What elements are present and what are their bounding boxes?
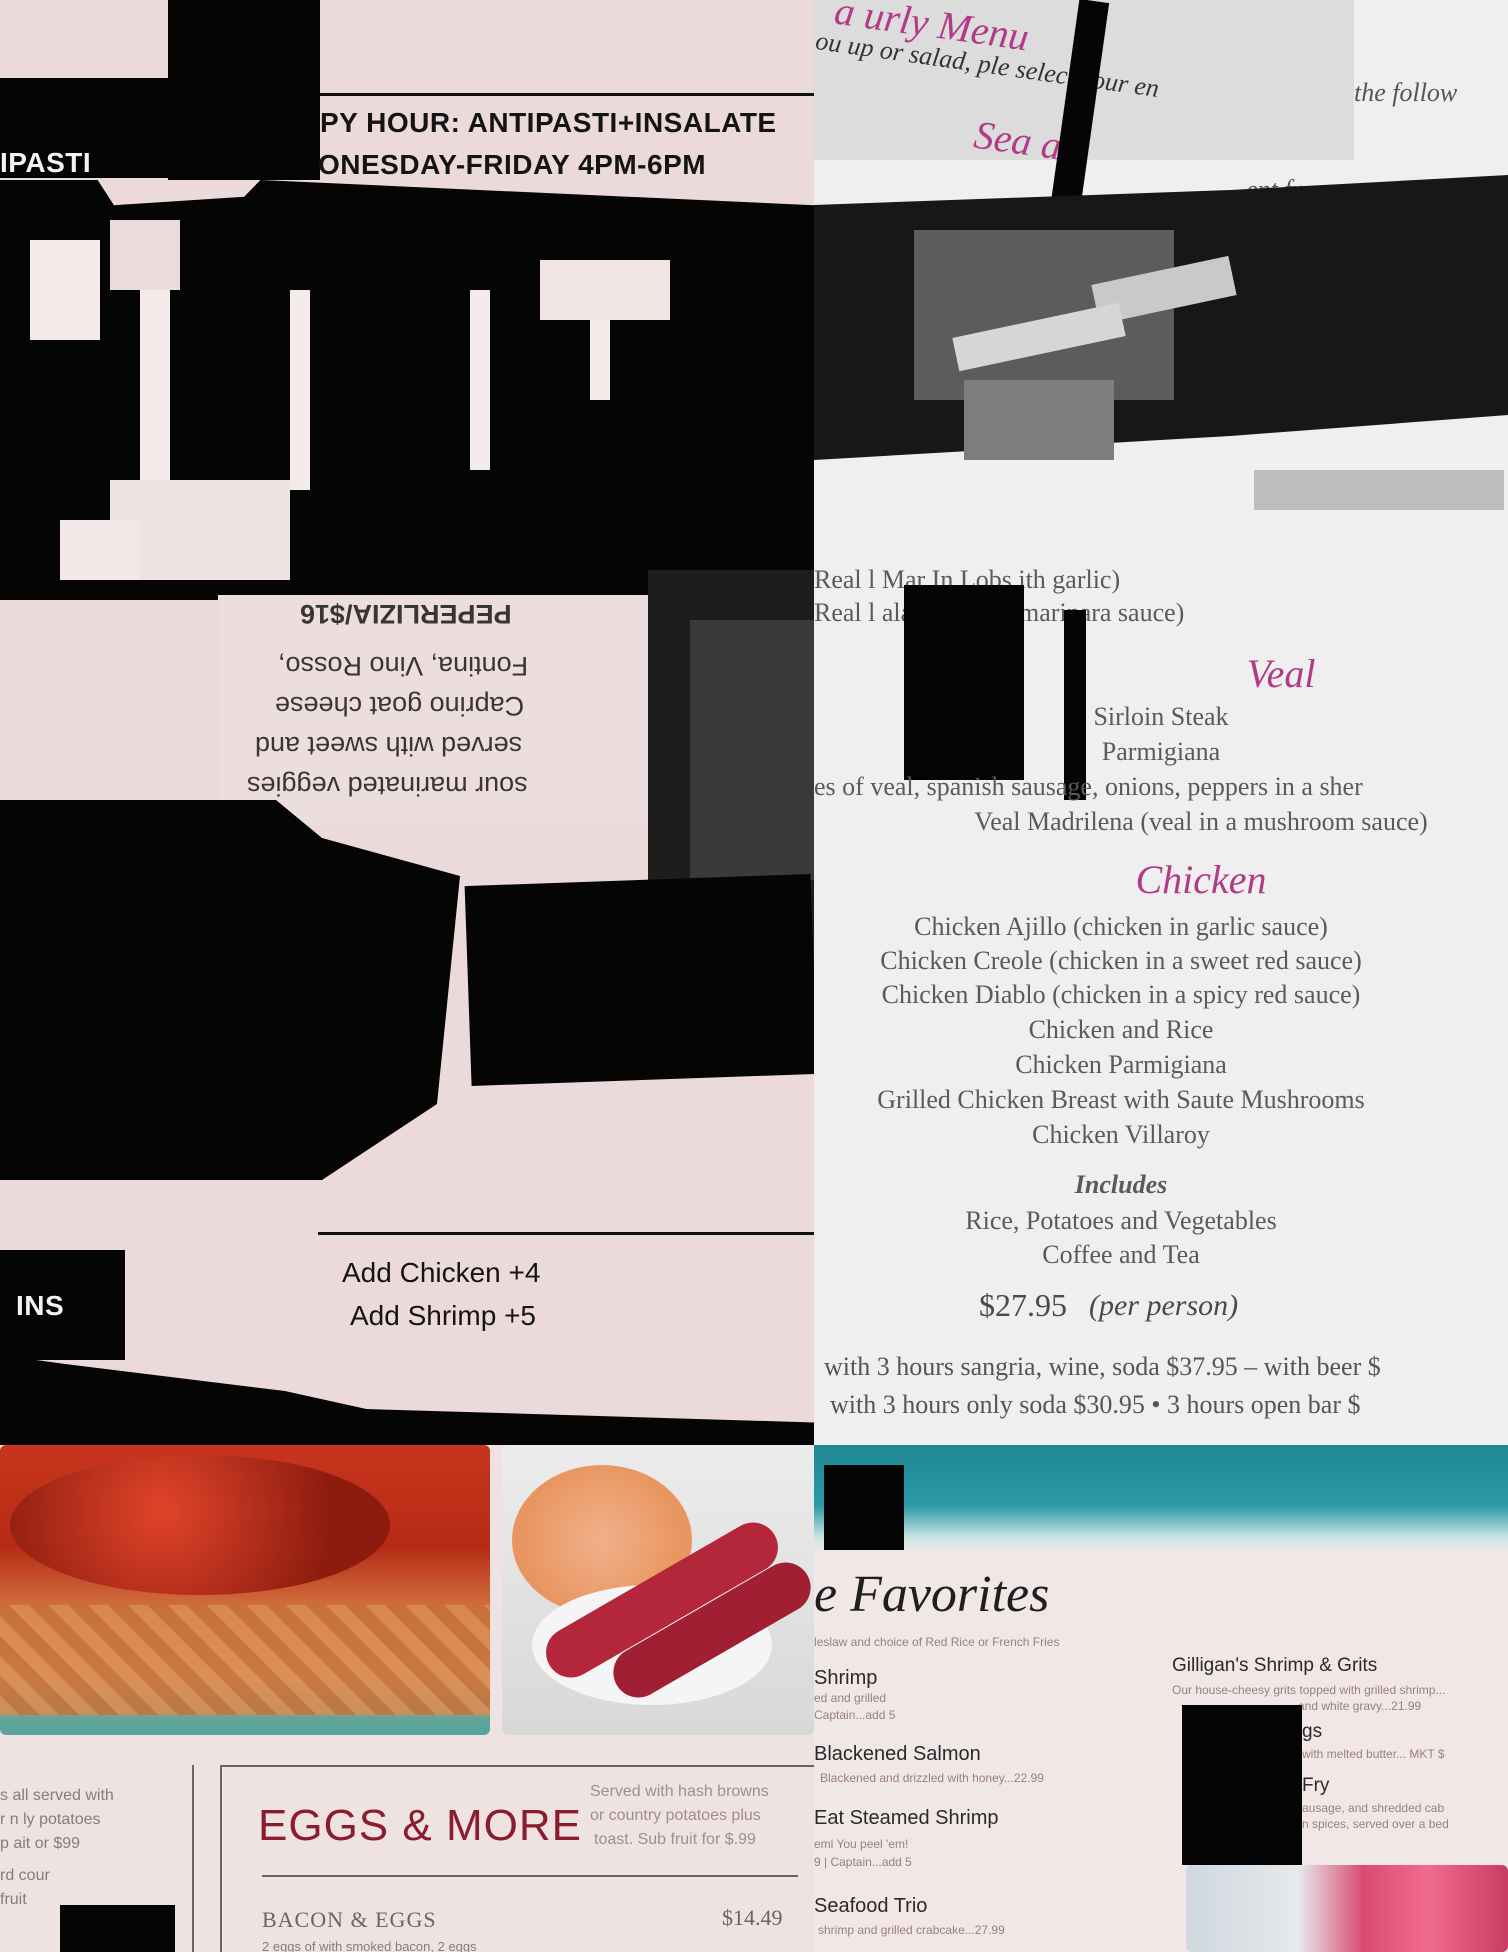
add-on-line: Add Shrimp +5	[350, 1300, 536, 1331]
dish-desc: eml You peel 'em!	[814, 1837, 909, 1851]
glitch-gray	[964, 380, 1114, 460]
sausage-photo	[502, 1445, 814, 1735]
chicken-line: Chicken Villaroy	[1032, 1120, 1210, 1149]
side-text: p ait or $99	[0, 1835, 81, 1852]
package-line: with 3 hours sangria, wine, soda $37.95 …	[824, 1352, 1381, 1381]
chicken-line: Grilled Chicken Breast with Saute Mushro…	[877, 1085, 1365, 1114]
favorites-title: e Favorites	[814, 1566, 1050, 1623]
waffle-photo	[0, 1445, 490, 1735]
veal-line: Sirloin Steak	[1093, 702, 1229, 731]
section-note: Served with hash browns	[590, 1783, 769, 1800]
glitch-patch	[290, 290, 310, 490]
menu-item-desc: 2 eggs of with smoked bacon, 2 eggs	[262, 1939, 477, 1952]
veal-line: es of veal, spanish sausage, onions, pep…	[814, 772, 1363, 801]
dish-desc: and white gravy...21.99	[1298, 1699, 1422, 1713]
chicken-line: Chicken and Rice	[1028, 1015, 1214, 1044]
side-label-partial: INS	[16, 1290, 65, 1321]
glitch-mass	[0, 1355, 814, 1445]
side-text: fruit	[0, 1891, 27, 1908]
veal-heading: Veal	[1246, 651, 1316, 696]
side-text: s all served with	[0, 1787, 114, 1804]
package-line: with 3 hours only soda $30.95 • 3 hours …	[830, 1390, 1361, 1419]
veal-line: Parmigiana	[1101, 737, 1221, 766]
occluder-block	[168, 0, 320, 180]
tab-label-partial: IPASTI	[0, 147, 92, 178]
waffle-grid	[0, 1605, 490, 1715]
dish-desc: Blackened and drizzled with honey...22.9…	[820, 1771, 1044, 1785]
teal-banner	[814, 1445, 1508, 1555]
chicken-line: Chicken Ajillo (chicken in garlic sauce)	[914, 912, 1328, 941]
dish-desc: ausage, and shredded cab	[1302, 1801, 1445, 1815]
lower-rule	[318, 1232, 814, 1235]
dish-name: Shrimp	[814, 1667, 878, 1689]
glitch-mass	[0, 800, 460, 1180]
dish-desc: 9 | Captain...add 5	[814, 1855, 912, 1869]
dish-desc: shrimp and grilled crabcake...27.99	[818, 1923, 1005, 1937]
add-on-line: Add Chicken +4	[342, 1257, 541, 1288]
intro-fragment: the follow	[1354, 78, 1458, 107]
includes-line: Coffee and Tea	[1042, 1240, 1200, 1269]
occluder-block	[824, 1465, 904, 1550]
topping	[10, 1455, 390, 1595]
veal-line: Veal Madrilena (veal in a mushroom sauce…	[974, 807, 1428, 836]
mirrored-item-line: sour marinated veggies	[247, 771, 528, 801]
happy-hour-menu-panel: IPASTI PY HOUR: ANTIPASTI+INSALATE ONESD…	[0, 0, 814, 1445]
side-text: rd cour	[0, 1867, 50, 1884]
glitch-patch	[30, 240, 100, 340]
crab-photo	[1186, 1865, 1508, 1952]
price-note: (per person)	[1089, 1289, 1239, 1322]
dish-name: Eat Steamed Shrimp	[814, 1807, 999, 1829]
section-rule	[262, 1875, 798, 1877]
side-text: r n ly potatoes	[0, 1811, 101, 1828]
dish-name: Fry	[1302, 1775, 1330, 1796]
menu-item-name: BACON & EGGS	[262, 1907, 437, 1932]
banquet-menu-panel: a urly Menu ou up or salad, ple select y…	[814, 0, 1508, 1445]
mirrored-item-name: PEPERLIZIA/$16	[300, 599, 512, 629]
dish-desc: Captain...add 5	[814, 1708, 896, 1722]
dish-desc: with melted butter... MKT $	[1302, 1747, 1445, 1761]
happy-hour-days: ONESDAY-FRIDAY 4PM-6PM	[318, 149, 707, 180]
glitch-patch	[470, 290, 490, 470]
chicken-line: Chicken Creole (chicken in a sweet red s…	[880, 946, 1362, 975]
breakfast-menu-panel: s all served with r n ly potatoes p ait …	[0, 1445, 814, 1952]
glitch-strip	[1254, 470, 1504, 510]
occluder-block	[60, 1905, 175, 1952]
occluder-block	[1182, 1705, 1302, 1865]
menu-item-price: $14.49	[722, 1905, 783, 1930]
mirrored-item-line: served with sweet and	[255, 731, 523, 761]
happy-hour-title: PY HOUR: ANTIPASTI+INSALATE	[320, 107, 777, 138]
favorites-subtitle: leslaw and choice of Red Rice or French …	[814, 1635, 1060, 1649]
chicken-line: Chicken Parmigiana	[1015, 1050, 1227, 1079]
dish-name: Seafood Trio	[814, 1895, 928, 1917]
dish-desc: Our house-cheesy grits topped with grill…	[1172, 1683, 1446, 1697]
dish-desc: ed and grilled	[814, 1691, 887, 1705]
mirrored-item-line: Fontina, Vino Rosso,	[278, 651, 529, 681]
glitch-patch	[540, 260, 670, 320]
glitch-patch	[60, 520, 140, 580]
glitch-gray	[690, 620, 814, 880]
section-note: toast. Sub fruit for $.99	[594, 1831, 756, 1848]
dish-name: gs	[1302, 1721, 1323, 1742]
top-rule	[318, 93, 814, 96]
chicken-line: Chicken Diablo (chicken in a spicy red s…	[881, 980, 1361, 1009]
chicken-heading: Chicken	[1135, 857, 1267, 902]
includes-line: Rice, Potatoes and Vegetables	[965, 1206, 1277, 1235]
mirrored-item-line: Caprino goat cheese	[275, 691, 525, 721]
section-note: or country potatoes plus	[590, 1807, 761, 1824]
section-title: EGGS & MORE	[258, 1801, 582, 1850]
seafood-favorites-panel: e Favorites leslaw and choice of Red Ric…	[814, 1445, 1508, 1952]
includes-heading: Includes	[1074, 1170, 1168, 1199]
dish-name: Gilligan's Shrimp & Grits	[1172, 1655, 1378, 1676]
glitch-patch	[110, 220, 180, 290]
dish-name: Blackened Salmon	[814, 1743, 981, 1765]
glitch-mass	[464, 874, 814, 1086]
price-main: $27.95	[979, 1287, 1067, 1323]
dish-desc: n spices, served over a bed	[1302, 1817, 1449, 1831]
